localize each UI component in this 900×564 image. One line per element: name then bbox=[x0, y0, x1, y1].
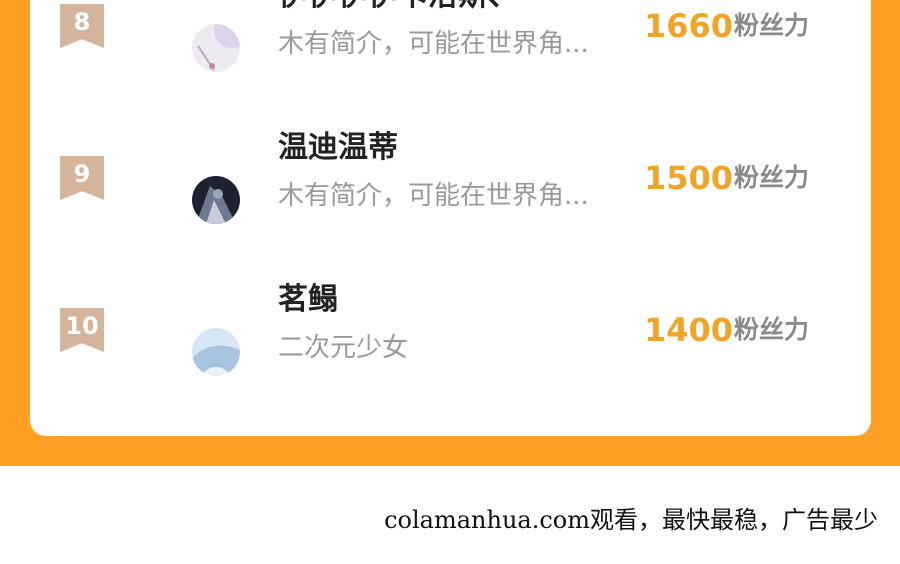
rank-badge: 9 bbox=[60, 156, 104, 200]
user-name[interactable]: 茗鳎 bbox=[278, 280, 338, 320]
user-name[interactable]: 伊伊伊伊卡洛斯、 bbox=[278, 0, 518, 16]
fan-power-label: 粉丝力 bbox=[734, 315, 810, 344]
fan-power-score: 1400 bbox=[644, 311, 734, 349]
watermark-footer-text: colamanhua.com观看，最快最稳，广告最少 bbox=[384, 506, 878, 534]
user-bio: 木有简介，可能在世界角... bbox=[278, 181, 589, 211]
user-name[interactable]: 温迪温蒂 bbox=[278, 128, 398, 168]
rank-badge: 8 bbox=[60, 4, 104, 48]
user-bio: 二次元少女 bbox=[278, 333, 409, 363]
leaderboard-card: 8 伊伊伊伊卡洛斯、 木有简介，可能在世界角... 1660 粉丝力 9 温迪温… bbox=[30, 0, 871, 436]
user-avatar-light-icon bbox=[192, 24, 240, 72]
user-avatar[interactable] bbox=[192, 24, 240, 72]
user-avatar[interactable] bbox=[192, 328, 240, 376]
user-avatar-dark-icon bbox=[192, 176, 240, 224]
leaderboard-row-8[interactable]: 8 伊伊伊伊卡洛斯、 木有简介，可能在世界角... 1660 粉丝力 bbox=[30, 0, 871, 132]
leaderboard-row-9[interactable]: 9 温迪温蒂 木有简介，可能在世界角... 1500 粉丝力 bbox=[30, 130, 871, 284]
fan-power-label: 粉丝力 bbox=[734, 163, 810, 192]
user-bio: 木有简介，可能在世界角... bbox=[278, 29, 589, 59]
leaderboard-row-10[interactable]: 10 茗鳎 二次元少女 1400 粉丝力 bbox=[30, 282, 871, 436]
fan-power-label: 粉丝力 bbox=[734, 11, 810, 40]
user-avatar[interactable] bbox=[192, 176, 240, 224]
user-avatar-blue-icon bbox=[192, 328, 240, 376]
fan-power-score: 1500 bbox=[644, 159, 734, 197]
fan-power-score: 1660 bbox=[644, 7, 734, 45]
rank-badge: 10 bbox=[60, 308, 104, 352]
